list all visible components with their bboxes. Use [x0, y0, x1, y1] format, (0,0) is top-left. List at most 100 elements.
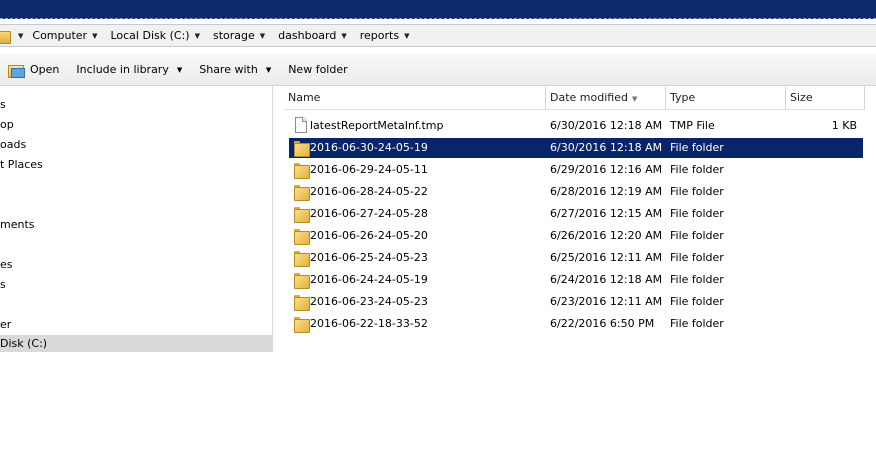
nav-item-documents[interactable]: ments [0, 216, 35, 234]
open-button[interactable]: Open [0, 59, 67, 81]
open-icon [8, 63, 25, 78]
nav-item-recent-places[interactable]: t Places [0, 156, 43, 174]
breadcrumb-label: reports [359, 29, 400, 42]
folder-icon [294, 163, 310, 179]
table-row[interactable]: 2016-06-25-24-05-23 6/25/2016 12:11 AM Fil… [289, 248, 863, 268]
nav-item-label: s [0, 98, 6, 111]
file-name: 2016-06-26-24-05-20 [310, 229, 428, 242]
file-date-modified: 6/30/2016 12:18 AM [550, 119, 663, 132]
nav-item-pictures[interactable]: es [0, 256, 13, 274]
file-date-modified: 6/22/2016 6:50 PM [550, 317, 655, 330]
file-type: File folder [670, 251, 724, 264]
nav-item-label: er [0, 318, 12, 331]
breadcrumb-label: Local Disk (C:) [110, 29, 190, 42]
breadcrumb-label: dashboard [278, 29, 337, 42]
folder-icon [294, 273, 310, 289]
breadcrumb-storage[interactable]: storage ▼ [206, 25, 271, 46]
nav-item-downloads[interactable]: oads [0, 136, 26, 154]
folder-icon [294, 317, 310, 333]
breadcrumb-dashboard[interactable]: dashboard ▼ [271, 25, 353, 46]
new-folder-button[interactable]: New folder [280, 59, 355, 81]
table-row[interactable]: 2016-06-22-18-33-52 6/22/2016 6:50 PM File… [289, 314, 863, 334]
folder-icon [294, 207, 310, 223]
nav-item-label: s [0, 278, 6, 291]
file-list[interactable]: Name Date modified ▼ Type Size latestRepo… [274, 86, 876, 460]
column-header-label: Date modified [550, 91, 628, 104]
nav-item-desktop[interactable]: op [0, 116, 14, 134]
chevron-down-icon[interactable]: ▼ [193, 32, 202, 40]
breadcrumb-local-disk[interactable]: Local Disk (C:) ▼ [103, 25, 206, 46]
nav-item-label: op [0, 118, 14, 131]
column-header-label: Type [670, 91, 696, 104]
breadcrumb-label: storage [212, 29, 255, 42]
file-name: 2016-06-24-24-05-19 [310, 273, 428, 286]
command-toolbar: Open Include in library ▼ Share with ▼ N… [0, 54, 876, 86]
file-date-modified: 6/23/2016 12:11 AM [550, 295, 663, 308]
file-date-modified: 6/28/2016 12:19 AM [550, 185, 663, 198]
column-header-name[interactable]: Name [284, 86, 546, 110]
file-type: File folder [670, 317, 724, 330]
column-header-type[interactable]: Type [666, 86, 786, 110]
nav-item-favorites[interactable]: s [0, 96, 6, 114]
file-name: 2016-06-30-24-05-19 [310, 141, 428, 154]
table-row[interactable]: 2016-06-26-24-05-20 6/26/2016 12:20 AM Fil… [289, 226, 863, 246]
column-header-size[interactable]: Size [786, 86, 865, 110]
file-name: 2016-06-22-18-33-52 [310, 317, 428, 330]
address-bar[interactable]: ▼ Computer ▼ Local Disk (C:) ▼ storage ▼… [0, 24, 876, 47]
table-row[interactable]: 2016-06-30-24-05-19 6/30/2016 12:18 AM Fil… [289, 138, 863, 158]
include-in-library-button[interactable]: Include in library ▼ [68, 59, 190, 81]
chevron-down-icon: ▼ [265, 65, 272, 74]
breadcrumb-reports[interactable]: reports ▼ [353, 25, 416, 46]
breadcrumb-computer[interactable]: Computer ▼ [25, 25, 103, 46]
file-name: latestReportMetaInf.tmp [310, 119, 444, 132]
file-date-modified: 6/26/2016 12:20 AM [550, 229, 663, 242]
file-date-modified: 6/30/2016 12:18 AM [550, 141, 663, 154]
navigation-pane[interactable]: s op oads t Places ments es s er Disk (C… [0, 86, 273, 353]
share-with-button[interactable]: Share with ▼ [191, 59, 279, 81]
file-size: 1 KB [831, 119, 857, 132]
chevron-down-icon: ▼ [176, 65, 183, 74]
chevron-down-icon[interactable]: ▼ [258, 32, 267, 40]
folder-icon [294, 295, 310, 311]
folder-icon [294, 251, 310, 267]
chevron-down-icon[interactable]: ▼ [16, 32, 25, 40]
window-title-bar[interactable] [0, 0, 876, 19]
file-name: 2016-06-27-24-05-28 [310, 207, 428, 220]
file-type: File folder [670, 207, 724, 220]
table-row[interactable]: 2016-06-29-24-05-11 6/29/2016 12:16 AM Fil… [289, 160, 863, 180]
nav-item-videos[interactable]: s [0, 276, 6, 294]
file-type: File folder [670, 185, 724, 198]
navigation-pane-empty [0, 352, 273, 460]
nav-item-label: es [0, 258, 13, 271]
table-row[interactable]: 2016-06-27-24-05-28 6/27/2016 12:15 AM Fil… [289, 204, 863, 224]
column-header-date-modified[interactable]: Date modified ▼ [546, 86, 666, 110]
table-row[interactable]: 2016-06-28-24-05-22 6/28/2016 12:19 AM Fil… [289, 182, 863, 202]
file-name: 2016-06-28-24-05-22 [310, 185, 428, 198]
breadcrumb-label: Computer [32, 29, 88, 42]
chevron-down-icon[interactable]: ▼ [339, 32, 348, 40]
chevron-down-icon[interactable]: ▼ [402, 32, 411, 40]
nav-item-label: ments [0, 218, 35, 231]
file-name: 2016-06-25-24-05-23 [310, 251, 428, 264]
folder-icon [294, 185, 310, 201]
file-type: File folder [670, 295, 724, 308]
file-type: File folder [670, 273, 724, 286]
column-header-label: Size [790, 91, 813, 104]
file-type: File folder [670, 141, 724, 154]
file-name: 2016-06-23-24-05-23 [310, 295, 428, 308]
table-row[interactable]: 2016-06-23-24-05-23 6/23/2016 12:11 AM Fil… [289, 292, 863, 312]
nav-item-local-disk[interactable]: Disk (C:) [0, 335, 273, 353]
table-row[interactable]: 2016-06-24-24-05-19 6/24/2016 12:18 AM Fil… [289, 270, 863, 290]
file-date-modified: 6/24/2016 12:18 AM [550, 273, 663, 286]
new-folder-label: New folder [288, 63, 348, 76]
nav-item-label: t Places [0, 158, 43, 171]
table-row[interactable]: latestReportMetaInf.tmp 6/30/2016 12:18 A… [289, 116, 863, 136]
chevron-down-icon[interactable]: ▼ [90, 32, 99, 40]
share-with-label: Share with [199, 63, 258, 76]
open-label: Open [30, 63, 60, 76]
sort-arrow-icon: ▼ [631, 95, 638, 103]
nav-item-computer[interactable]: er [0, 316, 11, 334]
nav-item-label: oads [0, 138, 27, 151]
file-type: TMP File [670, 119, 715, 132]
file-date-modified: 6/29/2016 12:16 AM [550, 163, 663, 176]
